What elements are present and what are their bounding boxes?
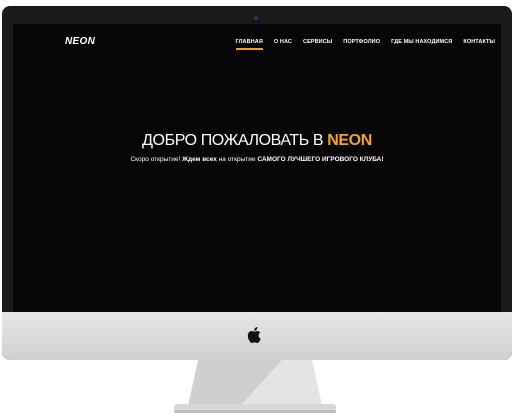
monitor-stand: [174, 360, 336, 413]
hero-subtitle: Скоро открытие! Ждем всех на открытие СА…: [13, 156, 501, 163]
site-logo[interactable]: NEON: [65, 36, 95, 47]
apple-icon: [247, 327, 261, 343]
hero-title-prefix: ДОБРО ПОЖАЛОВАТЬ В: [142, 132, 328, 149]
menu-item-portfolio[interactable]: ПОРТФОЛИО: [343, 39, 380, 45]
menu-item-services[interactable]: СЕРВИСЫ: [303, 39, 332, 45]
camera-icon: [254, 16, 258, 20]
menu-item-location[interactable]: ГДЕ МЫ НАХОДИМСЯ: [391, 39, 452, 45]
menu-item-about[interactable]: О НАС: [274, 39, 292, 45]
hero-title-brand: NEON: [327, 132, 372, 149]
menu-item-contacts[interactable]: КОНТАКТЫ: [463, 39, 495, 45]
hero-sub-bold1: Ждем всех: [182, 156, 217, 163]
hero-title: ДОБРО ПОЖАЛОВАТЬ В NEON: [13, 132, 501, 150]
main-menu: ГЛАВНАЯ О НАС СЕРВИСЫ ПОРТФОЛИО ГДЕ МЫ Н…: [235, 39, 495, 50]
hero-section: ДОБРО ПОЖАЛОВАТЬ В NEON Скоро открытие! …: [13, 132, 501, 163]
hero-sub-bold2: САМОГО ЛУЧШЕГО ИГРОВОГО КЛУБА!: [257, 156, 384, 163]
website-screen: NEON ГЛАВНАЯ О НАС СЕРВИСЫ ПОРТФОЛИО ГДЕ…: [13, 24, 501, 312]
hero-sub-part1: Скоро открытие!: [130, 156, 183, 163]
menu-item-home[interactable]: ГЛАВНАЯ: [235, 39, 264, 50]
navbar: NEON ГЛАВНАЯ О НАС СЕРВИСЫ ПОРТФОЛИО ГДЕ…: [13, 24, 501, 60]
hero-sub-part2: на открытие: [216, 156, 258, 163]
